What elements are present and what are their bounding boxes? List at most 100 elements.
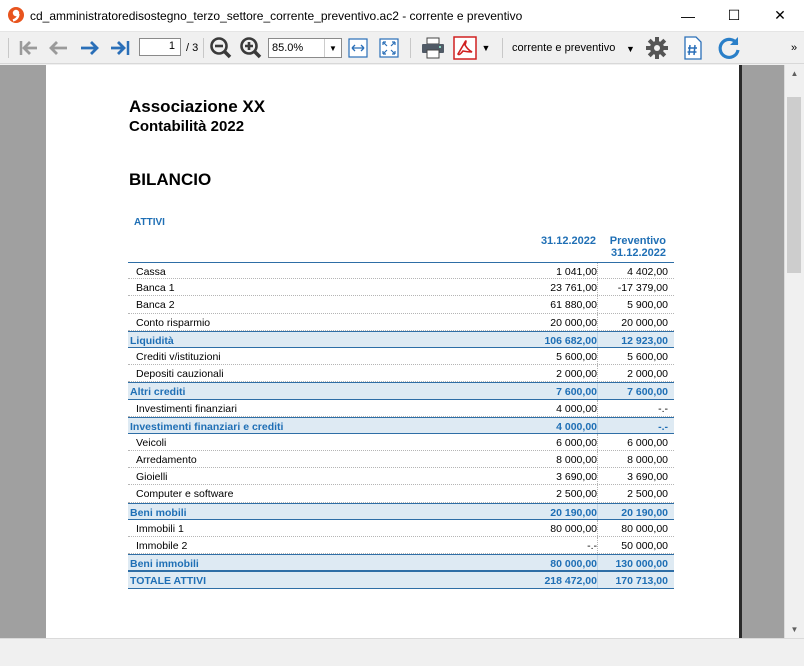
row-value-current: 2 500,00 <box>556 488 597 501</box>
maximize-button[interactable]: ☐ <box>711 0 757 31</box>
table-row: Immobili 1 80 000,00 80 000,00 <box>128 519 674 537</box>
row-value-budget: 4 402,00 <box>627 266 668 278</box>
fit-page-icon <box>379 38 399 58</box>
toolbar-separator <box>502 38 503 58</box>
minimize-icon: — <box>681 7 695 24</box>
row-value-budget: -.- <box>658 420 668 433</box>
arrow-last-icon <box>111 41 130 55</box>
row-value-budget: 2 000,00 <box>627 368 668 381</box>
row-value-current: 2 000,00 <box>556 368 597 381</box>
table-row: Computer e software 2 500,00 2 500,00 <box>128 485 674 503</box>
fit-page-button[interactable] <box>377 35 401 61</box>
app-logo-icon <box>8 7 24 23</box>
table-row: Depositi cauzionali 2 000,00 2 000,00 <box>128 365 674 383</box>
row-value-budget: 3 690,00 <box>627 471 668 484</box>
table-total-row: Beni mobili 20 190,00 20 190,00 <box>128 502 674 520</box>
row-label: Investimenti finanziari <box>136 402 237 415</box>
row-label: Veicoli <box>136 436 167 449</box>
row-value-current: 61 880,00 <box>550 299 597 312</box>
row-value-budget: 5 600,00 <box>627 350 668 363</box>
zoom-value: 85.0% <box>272 42 304 54</box>
row-label: Altri crediti <box>130 386 186 399</box>
settings-button[interactable] <box>643 35 671 61</box>
table-row: Cassa 1 041,00 4 402,00 <box>128 262 674 280</box>
row-value-budget: 80 000,00 <box>621 522 668 535</box>
arrow-right-icon <box>81 41 99 55</box>
toolbar-grip <box>8 38 9 58</box>
row-label: Beni immobili <box>130 558 199 571</box>
document-viewer[interactable]: Associazione XX Contabilità 2022 BILANCI… <box>0 65 784 638</box>
print-button[interactable] <box>418 35 448 61</box>
row-value-current: 20 000,00 <box>550 316 597 329</box>
row-value-current: 4 000,00 <box>556 420 597 433</box>
refresh-button[interactable] <box>714 35 744 61</box>
toolbar: 1 / 3 85.0% ▼ ▼ corrente e preventivo ▼ … <box>0 32 804 64</box>
previous-page-button[interactable] <box>46 35 70 61</box>
page-number-input[interactable]: 1 <box>139 38 181 56</box>
status-bar <box>0 638 804 666</box>
row-value-current: 8 000,00 <box>556 454 597 467</box>
row-label: Banca 1 <box>136 282 175 295</box>
row-value-budget: 50 000,00 <box>621 540 668 552</box>
pdf-menu-caret[interactable]: ▼ <box>480 35 492 61</box>
export-pdf-button[interactable] <box>451 35 479 61</box>
last-page-button[interactable] <box>108 35 134 61</box>
row-value-current: 5 600,00 <box>556 350 597 363</box>
hash-document-icon <box>684 36 702 60</box>
pdf-icon <box>453 36 477 60</box>
row-value-current: 7 600,00 <box>556 386 597 399</box>
scroll-up-icon[interactable]: ▲ <box>785 65 804 82</box>
row-label: Liquidità <box>130 334 174 347</box>
section-heading: ATTIVI <box>134 217 165 228</box>
gear-icon <box>646 37 668 59</box>
close-icon: ✕ <box>774 7 786 23</box>
vertical-scrollbar[interactable]: ▲ ▼ <box>784 65 804 638</box>
zoom-select[interactable]: 85.0% ▼ <box>268 38 342 58</box>
table-total-row: Investimenti finanziari e crediti 4 000,0… <box>128 416 674 434</box>
table-row: Crediti v/istituzioni 5 600,00 5 600,00 <box>128 347 674 366</box>
organization-name: Associazione XX <box>129 97 266 116</box>
row-value-current: 6 000,00 <box>556 436 597 449</box>
scroll-down-icon[interactable]: ▼ <box>785 621 804 638</box>
printer-icon <box>422 37 444 59</box>
row-label: Investimenti finanziari e crediti <box>130 420 284 433</box>
row-value-current: -.- <box>587 540 597 552</box>
toolbar-separator <box>410 38 411 58</box>
minimize-button[interactable]: — <box>665 0 711 31</box>
column-header-budget-line1: Preventivo <box>609 235 666 247</box>
row-label: TOTALE ATTIVI <box>130 575 207 588</box>
first-page-button[interactable] <box>16 35 40 61</box>
fit-width-button[interactable] <box>346 35 370 61</box>
row-label: Banca 2 <box>136 299 175 312</box>
close-button[interactable]: ✕ <box>757 0 803 31</box>
row-value-budget: 130 000,00 <box>615 558 668 571</box>
column-header-budget-line2: 31.12.2022 <box>610 247 666 259</box>
zoom-out-button[interactable] <box>208 35 234 61</box>
table-row: Veicoli 6 000,00 6 000,00 <box>128 433 674 452</box>
toolbar-overflow-button[interactable]: » <box>788 35 800 61</box>
row-label: Cassa <box>136 266 166 278</box>
table-total-row: TOTALE ATTIVI 218 472,00 170 713,00 <box>128 571 674 589</box>
scroll-thumb[interactable] <box>787 97 801 273</box>
row-value-budget: 2 500,00 <box>627 488 668 501</box>
row-label: Beni mobili <box>130 506 187 519</box>
row-value-budget: 12 923,00 <box>621 334 668 347</box>
row-value-budget: -.- <box>658 402 668 415</box>
page-total-label: / 3 <box>186 42 199 54</box>
chevron-down-icon: ▼ <box>481 43 491 53</box>
row-value-current: 23 761,00 <box>550 282 597 295</box>
column-header-budget: Preventivo 31.12.2022 <box>599 235 666 259</box>
zoom-in-button[interactable] <box>238 35 264 61</box>
report-title: BILANCIO <box>129 170 212 189</box>
chevron-down-icon[interactable]: ▼ <box>626 44 635 54</box>
view-selector[interactable]: corrente e preventivo <box>512 42 615 54</box>
table-row: Banca 2 61 880,00 5 900,00 <box>128 296 674 314</box>
row-value-current: 106 682,00 <box>544 334 597 347</box>
row-value-budget: 7 600,00 <box>627 386 668 399</box>
row-label: Conto risparmio <box>136 316 211 329</box>
refresh-icon <box>718 37 740 59</box>
next-page-button[interactable] <box>78 35 102 61</box>
table-row: Arredamento 8 000,00 8 000,00 <box>128 451 674 469</box>
row-label: Immobile 2 <box>136 540 188 552</box>
hash-button[interactable] <box>680 35 706 61</box>
